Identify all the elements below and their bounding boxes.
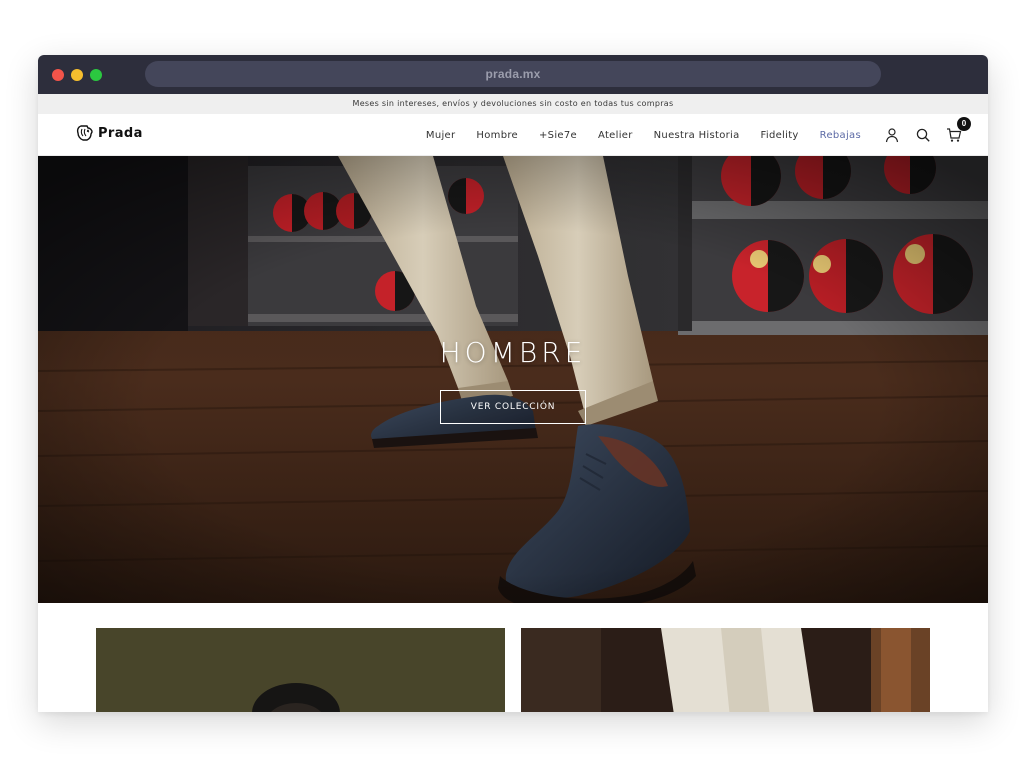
men-category-image bbox=[521, 628, 930, 712]
address-bar[interactable]: prada.mx bbox=[145, 61, 881, 87]
hero-image bbox=[38, 156, 988, 603]
nav-item-fidelity[interactable]: Fidelity bbox=[761, 130, 799, 141]
lion-logo-icon bbox=[76, 125, 93, 141]
cart-count-badge: 0 bbox=[957, 117, 971, 131]
user-icon[interactable] bbox=[884, 127, 900, 143]
close-window-button[interactable] bbox=[52, 69, 64, 81]
category-card-mujer[interactable] bbox=[96, 628, 505, 712]
nav-item-sie7e[interactable]: +Sie7e bbox=[539, 130, 577, 141]
main-nav: Mujer Hombre +Sie7e Atelier Nuestra Hist… bbox=[405, 114, 861, 156]
cart-button[interactable]: 0 bbox=[946, 117, 971, 143]
search-icon[interactable] bbox=[915, 127, 931, 143]
maximize-window-button[interactable] bbox=[90, 69, 102, 81]
women-category-image bbox=[96, 628, 505, 712]
site-header: Prada Mujer Hombre +Sie7e Atelier Nuestr… bbox=[38, 114, 988, 156]
category-cards bbox=[38, 603, 988, 712]
nav-item-hombre[interactable]: Hombre bbox=[476, 130, 518, 141]
nav-item-atelier[interactable]: Atelier bbox=[598, 130, 633, 141]
minimize-window-button[interactable] bbox=[71, 69, 83, 81]
browser-window: prada.mx Meses sin intereses, envíos y d… bbox=[38, 55, 988, 712]
hero-banner[interactable]: HOMBRE VER COLECCIÓN bbox=[38, 156, 988, 603]
view-collection-button[interactable]: VER COLECCIÓN bbox=[440, 390, 586, 424]
site-logo[interactable]: Prada bbox=[75, 122, 143, 144]
nav-item-nuestra-historia[interactable]: Nuestra Historia bbox=[654, 130, 740, 141]
logo-wordmark: Prada bbox=[98, 125, 143, 141]
category-card-hombre[interactable] bbox=[521, 628, 930, 712]
header-icons: 0 bbox=[869, 117, 971, 145]
nav-item-rebajas[interactable]: Rebajas bbox=[820, 130, 861, 141]
promo-banner: Meses sin intereses, envíos y devolucion… bbox=[38, 94, 988, 114]
hero-title: HOMBRE bbox=[439, 336, 587, 369]
nav-item-mujer[interactable]: Mujer bbox=[426, 130, 456, 141]
browser-titlebar: prada.mx bbox=[38, 55, 988, 94]
